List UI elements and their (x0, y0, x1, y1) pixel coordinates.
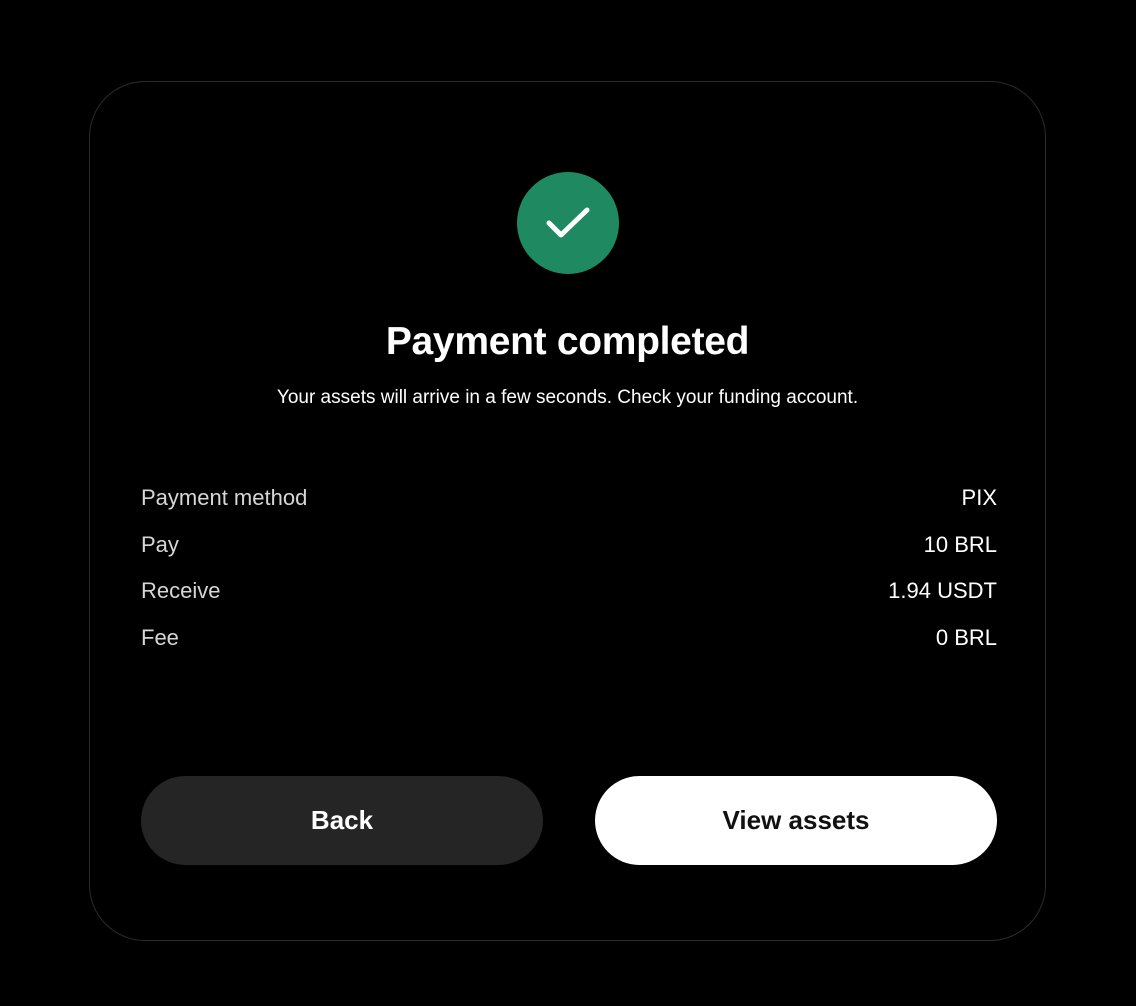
view-assets-button[interactable]: View assets (595, 776, 997, 865)
page-title: Payment completed (385, 320, 750, 363)
status-message: Your assets will arrive in a few seconds… (276, 387, 859, 408)
detail-row-receive: Receive 1.94 USDT (141, 568, 997, 615)
detail-row-fee: Fee 0 BRL (141, 615, 997, 662)
detail-label: Receive (141, 578, 221, 604)
payment-completed-card: Payment completed Your assets will arriv… (89, 81, 1046, 941)
detail-value: 10 BRL (923, 531, 997, 557)
checkmark-icon (546, 207, 590, 238)
success-badge (517, 172, 619, 274)
detail-label: Fee (141, 624, 179, 650)
detail-label: Pay (141, 531, 179, 557)
detail-row-pay: Pay 10 BRL (141, 522, 997, 569)
back-button[interactable]: Back (141, 776, 543, 865)
detail-value: 1.94 USDT (888, 578, 997, 604)
payment-details: Payment method PIX Pay 10 BRL Receive 1.… (141, 475, 997, 661)
detail-value: PIX (961, 485, 997, 511)
detail-value: 0 BRL (935, 624, 997, 650)
detail-row-payment-method: Payment method PIX (141, 475, 997, 522)
detail-label: Payment method (141, 485, 308, 511)
